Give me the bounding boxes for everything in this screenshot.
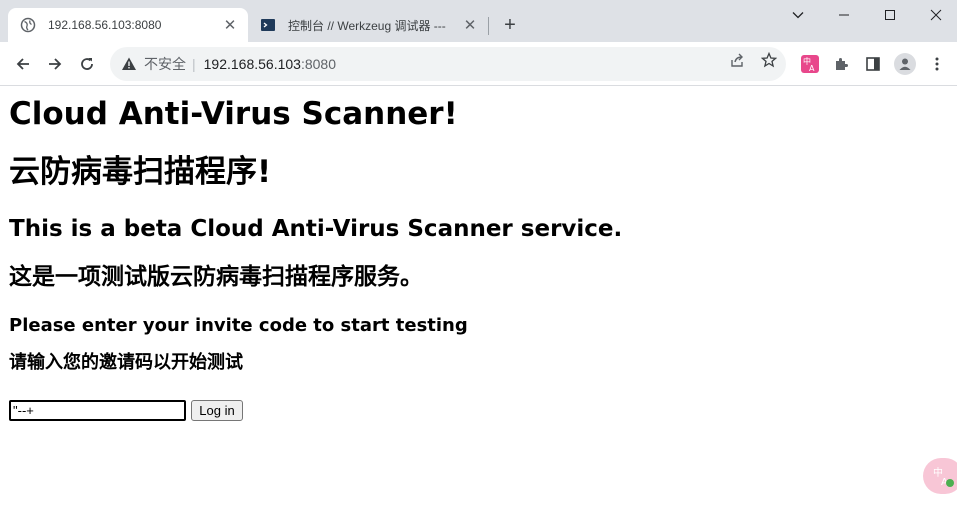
page-content: Cloud Anti-Virus Scanner! 云防病毒扫描程序! This… xyxy=(0,86,957,514)
side-panel-icon[interactable] xyxy=(863,54,883,74)
url-port: :8080 xyxy=(300,56,337,72)
tab-close-icon[interactable]: ✕ xyxy=(460,15,480,35)
tab-inactive[interactable]: 控制台 // Werkzeug 调试器 --- ✕ xyxy=(252,8,488,42)
back-button[interactable] xyxy=(9,50,37,78)
page-title-en: Cloud Anti-Virus Scanner! xyxy=(9,96,458,132)
floating-translate-icon[interactable]: 中A xyxy=(923,458,957,494)
browser-toolbar: 不安全 | 192.168.56.103:8080 中A xyxy=(0,42,957,86)
reload-button[interactable] xyxy=(73,50,101,78)
prompt-en: Please enter your invite code to start t… xyxy=(9,315,468,336)
tab-title: 控制台 // Werkzeug 调试器 --- xyxy=(288,18,446,33)
share-icon[interactable] xyxy=(727,50,747,70)
invite-code-input[interactable] xyxy=(9,400,186,421)
tab-strip: 192.168.56.103:8080 ✕ 控制台 // Werkzeug 调试… xyxy=(0,0,957,42)
tab-separator xyxy=(488,17,489,35)
profile-avatar-icon[interactable] xyxy=(894,53,916,75)
page-title-zh: 云防病毒扫描程序! xyxy=(9,154,272,190)
login-button[interactable]: Log in xyxy=(191,400,243,421)
warning-icon[interactable] xyxy=(120,55,138,73)
security-label[interactable]: 不安全 xyxy=(144,54,186,74)
tab-search-chevron-icon[interactable] xyxy=(775,0,821,30)
subtitle-zh: 这是一项测试版云防病毒扫描程序服务。 xyxy=(9,264,423,290)
address-divider: | xyxy=(192,56,196,72)
kebab-menu-icon[interactable] xyxy=(927,54,947,74)
subtitle-en: This is a beta Cloud Anti-Virus Scanner … xyxy=(9,216,623,242)
extensions-puzzle-icon[interactable] xyxy=(831,54,851,74)
prompt-zh: 请输入您的邀请码以开始测试 xyxy=(9,352,243,373)
tab-title: 192.168.56.103:8080 xyxy=(48,18,162,32)
minimize-button[interactable] xyxy=(821,0,867,30)
maximize-button[interactable] xyxy=(867,0,913,30)
address-bar[interactable]: 不安全 | 192.168.56.103:8080 xyxy=(110,47,786,81)
globe-icon xyxy=(20,17,36,33)
new-tab-button[interactable]: + xyxy=(499,14,521,36)
close-window-button[interactable] xyxy=(913,0,957,30)
svg-text:A: A xyxy=(809,64,815,73)
url-host: 192.168.56.103 xyxy=(203,56,301,72)
forward-button[interactable] xyxy=(41,50,69,78)
terminal-icon xyxy=(260,17,276,33)
bookmark-star-icon[interactable] xyxy=(759,50,779,70)
translate-extension-icon[interactable]: 中A xyxy=(800,54,820,74)
tab-active[interactable]: 192.168.56.103:8080 ✕ xyxy=(8,8,248,42)
tab-close-icon[interactable]: ✕ xyxy=(220,15,240,35)
